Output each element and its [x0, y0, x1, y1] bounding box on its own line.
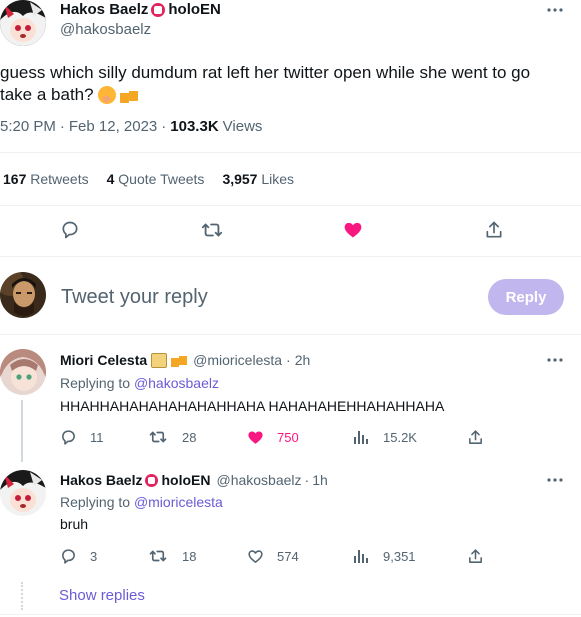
quote-tweets-stat[interactable]: 4 Quote Tweets: [107, 171, 205, 187]
retweet-icon[interactable]: [148, 427, 168, 447]
author-display-name[interactable]: Hakos Baelz: [60, 1, 148, 18]
reply-age[interactable]: 2h: [295, 352, 311, 368]
retweet-icon[interactable]: [200, 218, 224, 242]
reply-input[interactable]: Tweet your reply: [61, 286, 461, 309]
replying-to: Replying to @hakosbaelz: [60, 375, 219, 391]
views-count: 103.3K: [170, 118, 219, 135]
views-icon[interactable]: [351, 427, 371, 447]
like-icon[interactable]: [245, 546, 265, 566]
like-icon[interactable]: [245, 427, 265, 447]
tweet-time[interactable]: 5:20 PM: [0, 118, 56, 135]
tweet-meta: 5:20 PM · Feb 12, 2023 · 103.3K Views: [0, 118, 262, 135]
reply-count: 3: [90, 549, 98, 564]
replying-to-handle[interactable]: @hakosbaelz: [134, 375, 219, 391]
reply-header: Miori Celesta @mioricelesta · 2h: [60, 352, 310, 368]
meta-separator: ·: [59, 118, 65, 135]
divider: [0, 334, 581, 335]
reply-button[interactable]: Reply: [488, 279, 564, 315]
reply-icon[interactable]: [58, 218, 82, 242]
retweet-count: 18: [182, 549, 197, 564]
retweet-count: 28: [182, 430, 197, 445]
reply-age[interactable]: 1h: [312, 472, 328, 488]
share-icon[interactable]: [465, 546, 485, 566]
reply-author-name[interactable]: Hakos Baelz: [60, 472, 142, 488]
more-icon[interactable]: [545, 2, 565, 18]
dice-emoji-icon: [151, 2, 166, 17]
reply-icon[interactable]: [58, 427, 78, 447]
views-icon[interactable]: [351, 546, 371, 566]
scroll-emoji-icon: [151, 352, 168, 368]
tweet-date[interactable]: Feb 12, 2023: [69, 118, 157, 135]
retweets-stat[interactable]: 167 Retweets: [3, 171, 89, 187]
tweet-text: guess which silly dumdum rat left her tw…: [0, 62, 575, 106]
meta-separator: ·: [161, 118, 167, 135]
author-avatar[interactable]: [0, 0, 46, 46]
dice-emoji-icon: [145, 473, 159, 487]
more-icon[interactable]: [545, 352, 565, 368]
reply-text: HHAHHAHAHAHAHAHAHHAHA HAHAHAHEHHAHAHHAHA: [60, 398, 445, 414]
author-name-row[interactable]: Hakos Baelz holoEN: [60, 1, 221, 18]
reply-header: Hakos Baelz holoEN @hakosbaelz · 1h: [60, 472, 328, 488]
share-icon[interactable]: [482, 218, 506, 242]
reply-avatar-miori[interactable]: [0, 349, 46, 395]
thread-dots: [21, 582, 23, 610]
thread-line: [21, 400, 23, 462]
current-user-avatar[interactable]: [0, 272, 46, 318]
meta-separator: ·: [304, 472, 310, 488]
reply-author-handle[interactable]: @hakosbaelz: [216, 472, 301, 488]
replying-to: Replying to @mioricelesta: [60, 494, 223, 510]
show-replies-link[interactable]: Show replies: [59, 587, 145, 604]
beer-mugs-emoji-icon: [171, 352, 189, 368]
like-count: 750: [277, 430, 299, 445]
like-count: 574: [277, 549, 299, 564]
more-icon[interactable]: [545, 472, 565, 488]
reply-author-handle[interactable]: @mioricelesta: [193, 352, 282, 368]
divider: [0, 152, 581, 153]
views-count: 9,351: [383, 549, 416, 564]
views-count: 15.2K: [383, 430, 417, 445]
author-name-suffix[interactable]: holoEN: [168, 1, 221, 18]
views-label: Views: [222, 118, 263, 135]
tweet-text-line-2: take a bath?: [0, 85, 94, 104]
replying-to-handle[interactable]: @mioricelesta: [134, 494, 223, 510]
reply-author-name[interactable]: Miori Celesta: [60, 352, 147, 368]
divider: [0, 614, 581, 615]
retweet-icon[interactable]: [148, 546, 168, 566]
reply-text: bruh: [60, 516, 89, 532]
beer-mugs-emoji-icon: [119, 86, 140, 104]
reply-avatar-baelz[interactable]: [0, 470, 46, 516]
reply-author-name-suffix[interactable]: holoEN: [161, 472, 210, 488]
share-icon[interactable]: [465, 427, 485, 447]
divider: [0, 205, 581, 206]
author-handle[interactable]: @hakosbaelz: [60, 21, 151, 38]
tweet-stats: 167 Retweets 4 Quote Tweets 3,957 Likes: [3, 171, 294, 187]
likes-stat[interactable]: 3,957 Likes: [222, 171, 294, 187]
tweet-text-line-1: guess which silly dumdum rat left her tw…: [0, 63, 531, 82]
reply-icon[interactable]: [58, 546, 78, 566]
shushing-face-emoji-icon: [97, 86, 116, 104]
divider: [0, 256, 581, 257]
reply-count: 11: [90, 430, 104, 445]
meta-separator: ·: [286, 352, 291, 368]
like-icon[interactable]: [341, 218, 365, 242]
